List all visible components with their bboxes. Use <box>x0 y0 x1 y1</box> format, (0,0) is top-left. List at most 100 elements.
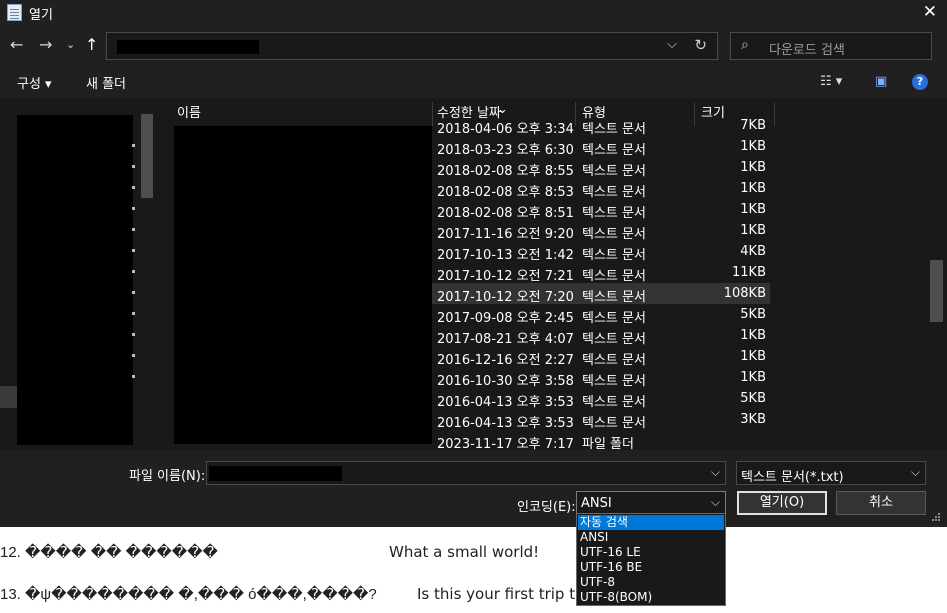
file-list-scrollbar[interactable] <box>926 98 947 450</box>
expand-arrow-icon[interactable] <box>132 375 135 378</box>
command-toolbar: 구성 ▾ 새 폴더 ☷ ▾ ▣ ? <box>0 66 947 98</box>
navigation-pane <box>0 98 156 450</box>
file-size: 1KB <box>740 328 766 343</box>
new-folder-button[interactable]: 새 폴더 <box>86 73 126 92</box>
search-box[interactable]: ⌕ 다운로드 검색 <box>730 32 932 60</box>
file-type: 텍스트 문서 <box>582 227 646 242</box>
file-modified-date: 2017-10-13 오전 1:42 <box>437 248 574 263</box>
open-button[interactable]: 열기(O) <box>737 491 827 515</box>
encoding-chevron-icon[interactable]: ⌵ <box>711 495 720 510</box>
expand-arrow-icon[interactable] <box>132 144 135 147</box>
table-row[interactable]: 2017-08-21 오후 4:07 텍스트 문서 1KB <box>432 325 770 347</box>
file-type: 텍스트 문서 <box>582 311 646 326</box>
table-row[interactable]: 2018-02-08 오후 8:51 텍스트 문서 1KB <box>432 199 770 221</box>
cancel-button[interactable]: 취소 <box>836 491 926 515</box>
encoding-select[interactable]: ANSI ⌵ <box>576 491 726 515</box>
column-separator[interactable] <box>774 102 775 126</box>
file-size: 1KB <box>740 370 766 385</box>
file-type: 텍스트 문서 <box>582 395 646 410</box>
encoding-label: 인코딩(E): <box>517 500 576 515</box>
filename-value-redacted <box>209 466 342 481</box>
expand-arrow-icon[interactable] <box>132 291 135 294</box>
table-row[interactable]: 2018-02-08 오후 8:55 텍스트 문서 1KB <box>432 157 770 179</box>
background-document: 12. ���� �� ������ What a small world! 1… <box>0 527 947 613</box>
file-modified-date: 2017-11-16 오전 9:20 <box>437 227 574 242</box>
table-row[interactable]: 2018-04-06 오후 3:34 텍스트 문서 7KB <box>432 115 770 137</box>
expand-arrow-icon[interactable] <box>132 228 135 231</box>
notepad-icon <box>7 4 22 21</box>
address-dropdown-chevron-icon[interactable]: ⌵ <box>667 37 677 52</box>
file-size: 1KB <box>740 349 766 364</box>
recent-locations-chevron-icon[interactable]: ⌄ <box>66 35 75 55</box>
encoding-option[interactable]: UTF-16 LE <box>578 545 724 560</box>
navigation-tree-redacted <box>17 115 133 445</box>
resize-grip-icon[interactable] <box>929 510 941 522</box>
table-row[interactable]: 2017-10-12 오전 7:21 텍스트 문서 11KB <box>432 262 770 284</box>
file-size: 11KB <box>732 265 766 280</box>
search-input[interactable]: 다운로드 검색 <box>769 39 845 58</box>
file-size: 1KB <box>740 202 766 217</box>
column-name[interactable]: 이름 <box>177 102 201 121</box>
file-type: 텍스트 문서 <box>582 332 646 347</box>
file-type: 텍스트 문서 <box>582 416 646 431</box>
file-list-scrollbar-thumb[interactable] <box>930 260 943 322</box>
file-modified-date: 2017-10-12 오전 7:21 <box>437 269 574 284</box>
view-options-icon[interactable]: ☷ ▾ <box>820 74 842 89</box>
dialog-title: 열기 <box>29 8 53 23</box>
refresh-icon[interactable]: ↻ <box>694 36 707 54</box>
encoding-option[interactable]: 자동 검색 <box>578 515 724 530</box>
address-path-redacted <box>117 40 259 54</box>
back-arrow-icon[interactable]: ← <box>10 35 23 55</box>
table-row[interactable]: 2017-09-08 오후 2:45 텍스트 문서 5KB <box>432 304 770 326</box>
file-modified-date: 2023-11-17 오후 7:17 <box>437 437 574 450</box>
encoding-option[interactable]: ANSI <box>578 530 724 545</box>
close-icon[interactable]: ✕ <box>923 2 937 22</box>
filetype-select[interactable]: 텍스트 문서(*.txt) ⌵ <box>736 461 926 485</box>
file-type: 텍스트 문서 <box>582 248 646 263</box>
address-bar[interactable]: ⌵ ↻ <box>106 32 718 60</box>
table-row[interactable]: 2017-11-16 오전 9:20 텍스트 문서 1KB <box>432 220 770 242</box>
preview-pane-icon[interactable]: ▣ <box>875 74 887 89</box>
encoding-option[interactable]: UTF-8 <box>578 575 724 590</box>
file-type: 텍스트 문서 <box>582 269 646 284</box>
expand-arrow-icon[interactable] <box>132 354 135 357</box>
expand-arrow-icon[interactable] <box>132 249 135 252</box>
table-row[interactable]: 2017-10-13 오전 1:42 텍스트 문서 4KB <box>432 241 770 263</box>
doc-line-13-en: Is this your first trip t <box>417 585 576 603</box>
encoding-option[interactable]: UTF-8(BOM) <box>578 590 724 605</box>
table-row[interactable]: 2016-10-30 오후 3:58 텍스트 문서 1KB <box>432 367 770 389</box>
table-row[interactable]: 2016-12-16 오전 2:27 텍스트 문서 1KB <box>432 346 770 368</box>
file-type: 파일 폴더 <box>582 437 634 450</box>
expand-arrow-icon[interactable] <box>132 165 135 168</box>
help-icon[interactable]: ? <box>912 74 928 90</box>
file-size: 4KB <box>740 244 766 259</box>
nav-scrollbar[interactable] <box>138 98 156 450</box>
file-modified-date: 2018-02-08 오후 8:53 <box>437 185 574 200</box>
table-row[interactable]: 2023-11-17 오후 7:17 파일 폴더 <box>432 430 770 450</box>
nav-selected-item[interactable] <box>0 386 17 408</box>
expand-arrow-icon[interactable] <box>132 207 135 210</box>
table-row[interactable]: 2017-10-12 오전 7:20 텍스트 문서 108KB <box>432 283 770 305</box>
expand-arrow-icon[interactable] <box>132 270 135 273</box>
filename-dropdown-chevron-icon[interactable]: ⌵ <box>711 465 720 480</box>
file-modified-date: 2017-09-08 오후 2:45 <box>437 311 574 326</box>
table-row[interactable]: 2018-03-23 오후 6:30 텍스트 문서 1KB <box>432 136 770 158</box>
filename-field[interactable]: ⌵ <box>206 461 726 485</box>
navigation-bar: ← → ⌄ ↑ ⌵ ↻ ⌕ 다운로드 검색 <box>0 26 947 66</box>
expand-arrow-icon[interactable] <box>132 312 135 315</box>
up-arrow-icon[interactable]: ↑ <box>85 35 98 55</box>
expand-arrow-icon[interactable] <box>132 186 135 189</box>
open-file-dialog: 열기 ✕ ← → ⌄ ↑ ⌵ ↻ ⌕ 다운로드 검색 구성 ▾ 새 폴더 ☷ ▾… <box>0 0 947 527</box>
expand-arrow-icon[interactable] <box>132 333 135 336</box>
table-row[interactable]: 2018-02-08 오후 8:53 텍스트 문서 1KB <box>432 178 770 200</box>
encoding-option[interactable]: UTF-16 BE <box>578 560 724 575</box>
file-size: 1KB <box>740 223 766 238</box>
filetype-chevron-icon[interactable]: ⌵ <box>911 465 920 480</box>
table-row[interactable]: 2016-04-13 오후 3:53 텍스트 문서 5KB <box>432 388 770 410</box>
forward-arrow-icon[interactable]: → <box>39 35 52 55</box>
organize-button[interactable]: 구성 ▾ <box>17 73 52 92</box>
file-size: 7KB <box>740 118 766 133</box>
file-modified-date: 2016-04-13 오후 3:53 <box>437 395 574 410</box>
nav-scrollbar-thumb[interactable] <box>141 114 153 198</box>
table-row[interactable]: 2016-04-13 오후 3:53 텍스트 문서 3KB <box>432 409 770 431</box>
